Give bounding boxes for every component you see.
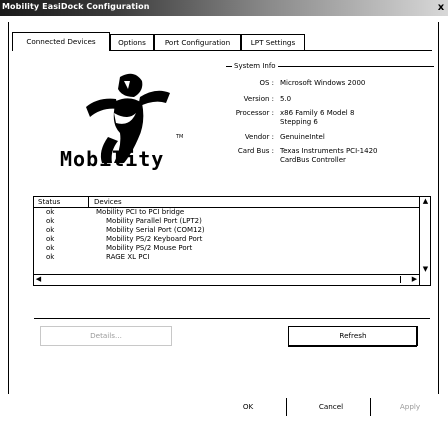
column-separator[interactable] [88,197,89,207]
table-row[interactable]: ok RAGE XL PCI [34,253,420,262]
right-border [438,22,439,394]
title-bar[interactable]: Mobility EasiDock Configuration x [0,0,448,16]
button-frame-top [34,318,430,319]
left-border [8,22,9,394]
details-button[interactable]: Details... [40,326,172,346]
table-row[interactable]: ok Mobility Serial Port (COM12) [34,226,420,235]
ok-button[interactable]: OK [218,398,278,416]
tab-lpt-settings[interactable]: LPT Settings [241,34,305,50]
column-header-status[interactable]: Status [34,197,60,207]
scroll-right-icon[interactable]: ▶ [410,275,419,284]
tab-options[interactable]: Options [110,34,154,50]
close-icon[interactable]: x [434,1,448,14]
device-list[interactable]: Status Devices ok Mobility PCI to PCI br… [33,196,431,286]
list-edge [430,226,431,238]
vertical-scrollbar[interactable]: ▲ ▼ [419,197,430,285]
table-row[interactable]: ok Mobility PS/2 Keyboard Port [34,235,420,244]
cancel-button[interactable]: Cancel [300,398,362,416]
scroll-left-icon[interactable]: ◀ [34,275,43,284]
refresh-button-shadow [288,346,417,347]
mobility-wordmark: Mobility [60,147,165,171]
tab-connected-devices[interactable]: Connected Devices [12,32,110,51]
device-list-header: Status Devices [34,197,420,208]
ok-button-divider [286,398,287,416]
scroll-down-icon[interactable]: ▼ [421,265,430,274]
dialog-window: Mobility EasiDock Configuration x Connec… [0,0,448,423]
table-row[interactable]: ok Mobility PCI to PCI bridge [34,208,420,217]
apply-button[interactable]: Apply [380,398,440,416]
system-info-legend: System Info [232,62,278,70]
cancel-button-divider [370,398,371,416]
table-row[interactable]: ok Mobility Parallel Port (LPT2) [34,217,420,226]
tab-port-configuration[interactable]: Port Configuration [154,34,241,50]
refresh-button[interactable]: Refresh [288,326,418,346]
horizontal-scroll-thumb[interactable] [44,276,401,283]
table-row[interactable]: ok Mobility PS/2 Mouse Port [34,244,420,253]
horizontal-scrollbar[interactable]: ◀ ▶ [34,274,420,285]
trademark-mark: TM [176,134,184,140]
refresh-button-shadow [416,326,417,346]
scroll-up-icon[interactable]: ▲ [421,197,430,206]
column-header-devices[interactable]: Devices [90,197,122,207]
window-title: Mobility EasiDock Configuration [2,2,150,11]
